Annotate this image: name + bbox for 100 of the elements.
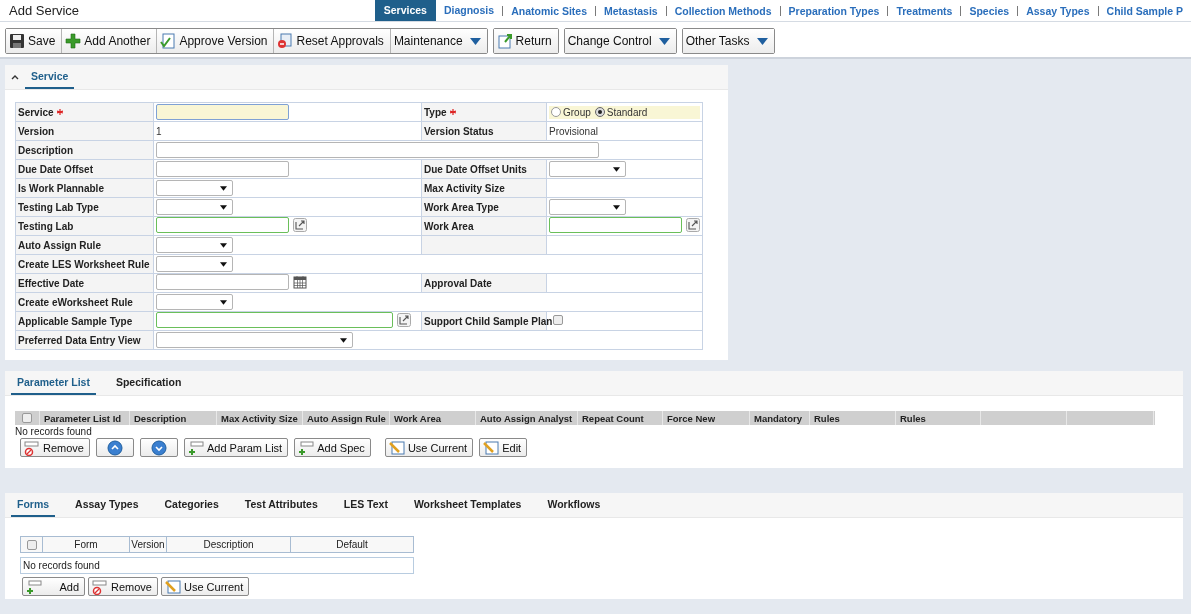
radio-label: Group [563, 106, 591, 118]
button[interactable]: Add [22, 577, 85, 596]
button[interactable]: Save [6, 29, 62, 53]
pencil-icon [483, 439, 500, 456]
checkbox[interactable] [553, 315, 563, 325]
tab[interactable]: Workflows [541, 498, 607, 517]
column-header: Form [43, 537, 130, 552]
field-label: Applicable Sample Type [18, 315, 133, 327]
tab[interactable]: Worksheet Templates [407, 498, 528, 517]
pencil-icon [164, 578, 181, 595]
nav-tab[interactable]: Diagnosis [435, 0, 503, 21]
field-label: Auto Assign Rule [18, 239, 101, 251]
empty-message: No records found [23, 560, 100, 571]
tab[interactable]: Service [25, 70, 75, 89]
nav-tab[interactable]: Assay Types [1017, 5, 1098, 16]
arrow-down-icon [150, 439, 167, 456]
arrow-down-button[interactable] [139, 438, 178, 457]
tab[interactable]: Categories [158, 498, 225, 517]
remove-icon [24, 439, 40, 456]
nav-tab[interactable]: Anatomic Sites [502, 5, 595, 16]
collapse-icon[interactable] [11, 74, 19, 80]
tab[interactable]: Assay Types [69, 498, 145, 517]
button[interactable]: Edit [479, 438, 528, 457]
input-field[interactable] [156, 161, 289, 177]
remove-icon [92, 578, 108, 595]
arrow-up-button[interactable] [95, 438, 134, 457]
field-label: Work Area [424, 220, 474, 232]
field-label: Preferred Data Entry View [18, 334, 141, 346]
input-field[interactable] [156, 142, 599, 158]
open-window-icon[interactable] [686, 218, 700, 232]
button[interactable]: Use Current [160, 577, 250, 596]
radio-label: Standard [606, 106, 648, 118]
open-window-icon[interactable] [293, 218, 307, 232]
button[interactable]: Add Another [61, 29, 157, 53]
column-header: Parameter List Id [40, 411, 130, 425]
column-header: Auto Assign Rule [303, 411, 390, 425]
add-icon [298, 439, 315, 456]
button[interactable]: Use Current [384, 438, 474, 457]
document-reset-icon [277, 33, 294, 49]
button[interactable]: Other Tasks [682, 29, 774, 53]
dropdown[interactable] [156, 294, 233, 310]
button[interactable]: Reset Approvals [273, 29, 390, 53]
field-label: Is Work Plannable [18, 182, 104, 194]
button[interactable]: Add Spec [294, 438, 371, 457]
nav-tab[interactable]: Services [374, 0, 436, 21]
column-header: Default [335, 538, 369, 552]
dropdown[interactable] [156, 180, 233, 196]
column-header: Auto Assign Analyst [476, 411, 578, 425]
dropdown[interactable] [156, 332, 353, 348]
tab[interactable]: Forms [11, 498, 56, 517]
caret-icon [340, 337, 347, 343]
column-header: Work Area [390, 411, 476, 425]
button[interactable]: Approve Version [156, 29, 274, 53]
column-header: Version [130, 537, 167, 552]
dropdown[interactable] [549, 161, 626, 177]
button[interactable]: Remove [88, 577, 158, 596]
tab[interactable]: Test Attributes [238, 498, 324, 517]
add-icon [187, 439, 204, 456]
caret-icon [220, 242, 227, 248]
dropdown[interactable] [549, 199, 626, 215]
dropdown[interactable] [156, 199, 233, 215]
column-header: Repeat Count [578, 411, 663, 425]
checkbox[interactable] [22, 413, 32, 423]
nav-tab[interactable]: Species [960, 5, 1018, 16]
radio-button[interactable] [594, 107, 605, 117]
dropdown[interactable] [156, 237, 233, 253]
nav-tab[interactable]: Collection Methods [665, 5, 780, 16]
column-header: Mandatory [750, 411, 810, 425]
button[interactable]: Remove [20, 438, 90, 457]
button[interactable]: Return [493, 29, 558, 53]
save-icon [9, 33, 25, 49]
nav-tab[interactable]: Preparation Types [779, 5, 888, 16]
empty-message: No records found [15, 426, 92, 437]
nav-tab[interactable]: Metastasis [595, 5, 666, 16]
column-header: Description [130, 411, 217, 425]
field-value: 1 [156, 125, 162, 137]
tab[interactable]: LES Text [337, 498, 394, 517]
caret-icon [220, 299, 227, 305]
input-field[interactable] [156, 312, 393, 328]
nav-tab[interactable]: Child Sample P [1097, 5, 1191, 16]
tab[interactable]: Parameter List [11, 376, 96, 395]
caret-icon [220, 204, 227, 210]
open-window-icon[interactable] [397, 313, 411, 327]
pencil-icon [388, 439, 405, 456]
field-label: Type [424, 106, 447, 118]
button[interactable]: Change Control [564, 29, 676, 53]
button[interactable]: Add Param List [183, 438, 289, 457]
input-field[interactable] [156, 104, 289, 120]
input-field[interactable] [549, 217, 682, 233]
input-field[interactable] [156, 217, 289, 233]
radio-button[interactable] [551, 107, 561, 117]
button[interactable]: Maintenance [389, 29, 487, 53]
field-label: Service [18, 106, 54, 118]
checkbox[interactable] [26, 539, 37, 550]
field-label: Create LES Worksheet Rule [18, 258, 150, 270]
calendar-icon[interactable] [293, 275, 307, 289]
nav-tab[interactable]: Treatments [887, 5, 961, 16]
tab[interactable]: Specification [109, 376, 188, 395]
input-field[interactable] [156, 274, 289, 290]
dropdown[interactable] [156, 256, 233, 272]
